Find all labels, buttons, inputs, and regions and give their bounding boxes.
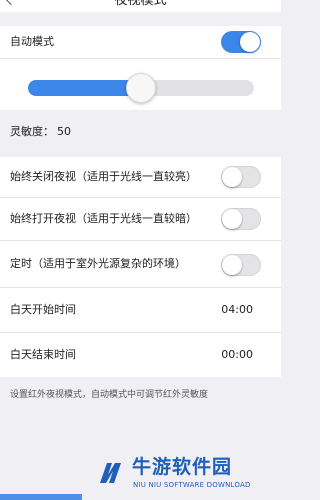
bottom-bar [0,494,82,500]
always-off-row: 始终关闭夜视（适用于光线一直较亮） [0,157,281,197]
scheduled-label: 定时（适用于室外光源复杂的环境） [10,257,186,270]
scheduled-toggle[interactable] [221,254,261,276]
toggle-knob [240,32,260,52]
watermark: 牛游软件园 NIU NIU SOFTWARE DOWNLOAD [96,455,276,495]
always-on-label: 始终打开夜视（适用于光线一直较暗） [10,212,197,225]
always-on-toggle[interactable] [221,208,261,230]
day-end-label: 白天结束时间 [10,348,76,361]
always-on-row: 始终打开夜视（适用于光线一直较暗） [0,198,281,240]
page-title: 夜视模式 [114,0,167,8]
toggle-knob [222,255,242,275]
always-off-toggle[interactable] [221,166,261,188]
auto-mode-row: 自动模式 [0,26,281,58]
sensitivity-slider-thumb[interactable] [126,73,156,103]
day-start-row[interactable]: 白天开始时间 04:00 [0,288,281,332]
auto-mode-label: 自动模式 [10,35,54,48]
toggle-knob [222,167,242,187]
auto-mode-toggle[interactable] [221,31,261,53]
day-start-label: 白天开始时间 [10,303,76,316]
watermark-text-cn: 牛游软件园 [132,456,233,478]
always-off-label: 始终关闭夜视（适用于光线一直较亮） [10,170,197,183]
niuniu-logo-icon [100,463,121,483]
nav-header: 夜视模式 [0,0,281,12]
toggle-knob [222,209,242,229]
day-end-row[interactable]: 白天结束时间 00:00 [0,333,281,377]
day-start-value: 04:00 [221,303,253,316]
sensitivity-row: 灵敏度： 50 [0,117,281,147]
scheduled-row: 定时（适用于室外光源复杂的环境） [0,241,281,287]
sensitivity-value: 50 [57,125,71,138]
day-end-value: 00:00 [221,348,253,361]
sensitivity-label: 灵敏度： [10,125,54,138]
footnote-text: 设置红外夜视模式，自动模式中可调节红外灵敏度 [10,390,209,400]
sensitivity-slider-fill [28,80,141,96]
watermark-text-en: NIU NIU SOFTWARE DOWNLOAD [133,481,251,489]
